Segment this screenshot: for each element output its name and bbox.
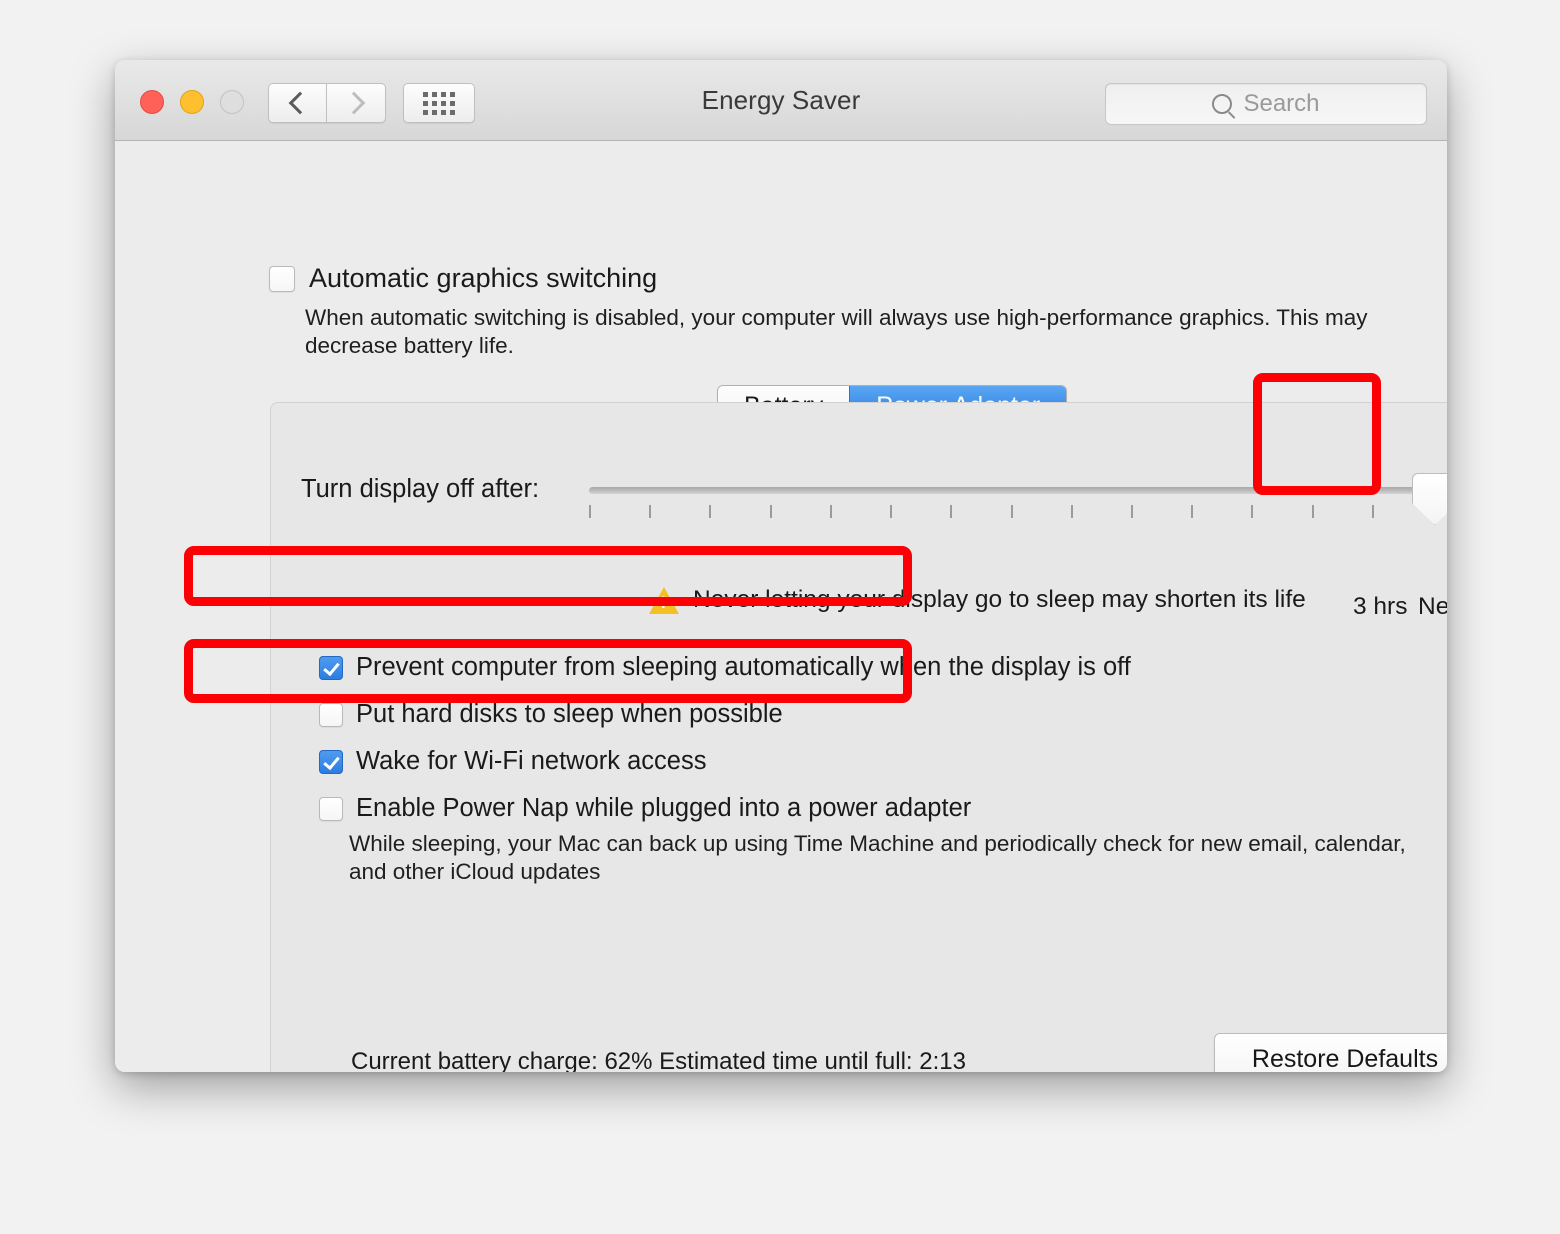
- warning-triangle-icon: [649, 586, 679, 614]
- automatic-graphics-switching-description: When automatic switching is disabled, yo…: [305, 305, 1368, 358]
- option-power-nap-label: Enable Power Nap while plugged into a po…: [356, 794, 972, 822]
- slider-tick: [1191, 505, 1194, 518]
- option-prevent-sleep-label: Prevent computer from sleeping automatic…: [356, 653, 1131, 681]
- slider-tick: [649, 505, 652, 518]
- option-wake-for-wifi-row[interactable]: Wake for Wi-Fi network access: [319, 747, 706, 776]
- slider-tick: [950, 505, 953, 518]
- automatic-graphics-switching-row[interactable]: Automatic graphics switching: [269, 263, 657, 294]
- slider-tick: [589, 505, 591, 518]
- slider-tick: [1311, 505, 1314, 518]
- option-wake-for-wifi-checkbox[interactable]: [319, 749, 343, 774]
- display-sleep-slider-ticks: [589, 505, 1447, 519]
- slider-tick: [769, 505, 772, 518]
- turn-display-off-label: Turn display off after:: [301, 475, 540, 503]
- slider-tick: [1070, 505, 1073, 518]
- option-prevent-sleep-checkbox[interactable]: [319, 655, 343, 680]
- slider-tick: [1010, 505, 1013, 518]
- power-nap-description: While sleeping, your Mac can back up usi…: [349, 831, 1406, 884]
- slider-tick: [1371, 505, 1374, 518]
- display-sleep-warning-text: Never letting your display go to sleep m…: [693, 586, 1306, 613]
- display-sleep-slider-track[interactable]: [589, 487, 1427, 494]
- option-hard-disk-sleep-row[interactable]: Put hard disks to sleep when possible: [319, 700, 783, 729]
- display-sleep-warning: Never letting your display go to sleep m…: [649, 586, 1306, 614]
- search-placeholder: Search: [1243, 90, 1320, 117]
- slider-tick-label-min: 3 hrs: [1353, 593, 1408, 620]
- slider-tick: [829, 505, 832, 518]
- slider-tick: [890, 505, 893, 518]
- slider-tick: [1130, 505, 1133, 518]
- automatic-graphics-switching-label: Automatic graphics switching: [309, 263, 658, 293]
- automatic-graphics-switching-checkbox[interactable]: [269, 265, 295, 292]
- option-power-nap-row[interactable]: Enable Power Nap while plugged into a po…: [319, 794, 971, 823]
- option-power-nap-checkbox[interactable]: [319, 796, 343, 821]
- slider-tick-label-max: Never: [1418, 593, 1447, 620]
- option-hard-disk-sleep-label: Put hard disks to sleep when possible: [356, 700, 783, 728]
- energy-saver-window: Energy Saver Search Automatic graphics s…: [115, 60, 1447, 1072]
- option-wake-for-wifi-label: Wake for Wi-Fi network access: [356, 747, 707, 775]
- restore-defaults-button[interactable]: Restore Defaults: [1214, 1033, 1447, 1072]
- window-titlebar: Energy Saver Search: [115, 60, 1447, 141]
- slider-tick: [709, 505, 712, 518]
- search-icon: [1212, 94, 1233, 114]
- slider-tick: [1251, 505, 1254, 518]
- preference-pane-content: Automatic graphics switching When automa…: [115, 141, 1447, 1072]
- search-input[interactable]: Search: [1105, 83, 1427, 125]
- option-prevent-sleep-row[interactable]: Prevent computer from sleeping automatic…: [319, 653, 1131, 682]
- battery-status-text: Current battery charge: 62% Estimated ti…: [351, 1048, 966, 1072]
- power-adapter-pane: Turn display off after: Never letting yo…: [270, 402, 1447, 1072]
- option-hard-disk-sleep-checkbox[interactable]: [319, 702, 343, 727]
